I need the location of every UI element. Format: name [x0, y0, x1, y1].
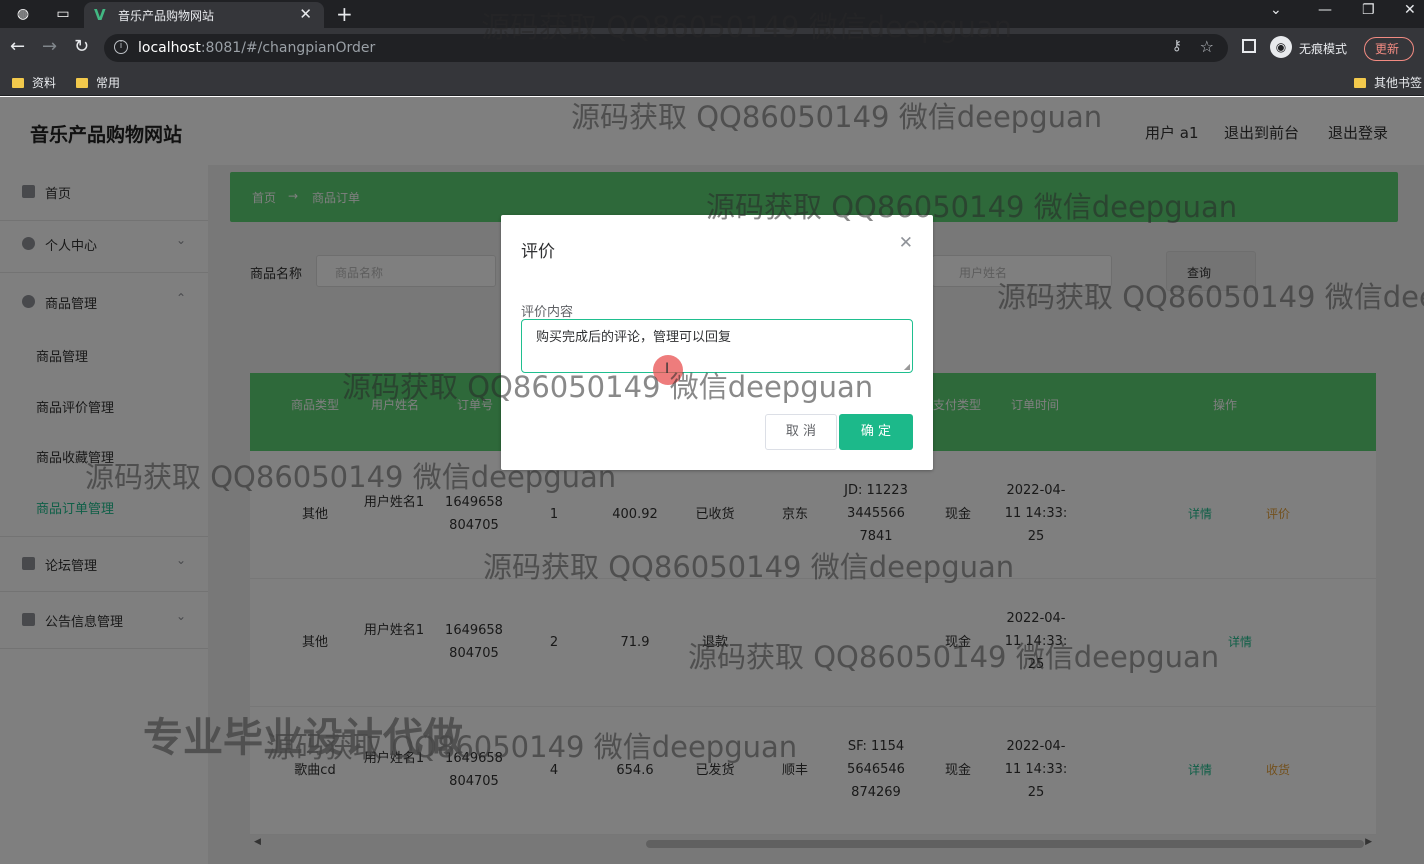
browser-tab-bar: ◍ ▭ V 音乐产品购物网站 ✕ + ⌄ — ❐ ✕ — [0, 0, 1424, 28]
review-dialog: 评价 ✕ 评价内容 购买完成后的评论，管理可以回复 ◢ 取 消 确 定 — [501, 215, 933, 470]
folder-icon — [76, 78, 88, 88]
bookmark-folder-ziliao[interactable]: 资料 — [12, 74, 56, 91]
incognito-label: 无痕模式 — [1299, 42, 1348, 56]
bookmark-star-icon[interactable]: ☆ — [1200, 37, 1214, 56]
url-text: localhost:8081/#/changpianOrder — [138, 40, 376, 56]
restore-icon[interactable]: ❐ — [1362, 2, 1375, 18]
vue-logo-icon: V — [94, 6, 106, 24]
mouse-cursor-indicator — [653, 355, 683, 385]
browser-tab[interactable]: V 音乐产品购物网站 ✕ — [84, 2, 324, 28]
bookmark-folder-changyong[interactable]: 常用 — [76, 74, 120, 91]
url-field[interactable]: i localhost:8081/#/changpianOrder ⚷ ☆ — [104, 34, 1228, 62]
key-icon[interactable]: ⚷ — [1172, 38, 1182, 54]
new-tab-icon[interactable]: + — [336, 2, 353, 26]
cancel-button[interactable]: 取 消 — [765, 414, 837, 450]
window-icon[interactable]: ▭ — [52, 4, 74, 24]
resize-grip-icon[interactable]: ◢ — [904, 362, 910, 371]
review-content-textarea[interactable]: 购买完成后的评论，管理可以回复 ◢ — [521, 319, 913, 373]
site-info-icon[interactable]: i — [114, 40, 128, 54]
tab-title: 音乐产品购物网站 — [118, 9, 215, 23]
incognito-icon[interactable]: ◉ — [1270, 36, 1292, 58]
minimize-icon[interactable]: — — [1318, 2, 1332, 18]
back-icon[interactable]: ← — [10, 36, 25, 57]
tab-list-icon[interactable]: ⌄ — [1270, 2, 1282, 18]
forward-icon[interactable]: → — [42, 36, 57, 57]
folder-icon — [1354, 78, 1366, 88]
bookmarks-bar: 资料 常用 其他书签 — [0, 68, 1424, 96]
close-window-icon[interactable]: ✕ — [1404, 2, 1416, 18]
tab-close-icon[interactable]: ✕ — [299, 5, 312, 23]
dialog-title: 评价 — [521, 242, 555, 262]
close-icon[interactable]: ✕ — [899, 233, 913, 253]
globe-icon[interactable]: ◍ — [12, 4, 34, 24]
folder-icon — [12, 78, 24, 88]
side-panel-icon[interactable] — [1242, 39, 1256, 53]
review-content-text: 购买完成后的评论，管理可以回复 — [536, 330, 732, 345]
watermark-big: 专业毕业设计代做 — [143, 715, 463, 761]
confirm-button[interactable]: 确 定 — [839, 414, 913, 450]
reload-icon[interactable]: ↻ — [74, 36, 89, 57]
update-button[interactable]: 更新 — [1364, 37, 1414, 61]
other-bookmarks[interactable]: 其他书签 — [1354, 74, 1422, 91]
address-bar-row: ← → ↻ i localhost:8081/#/changpianOrder … — [0, 28, 1424, 68]
review-content-label: 评价内容 — [521, 305, 574, 320]
